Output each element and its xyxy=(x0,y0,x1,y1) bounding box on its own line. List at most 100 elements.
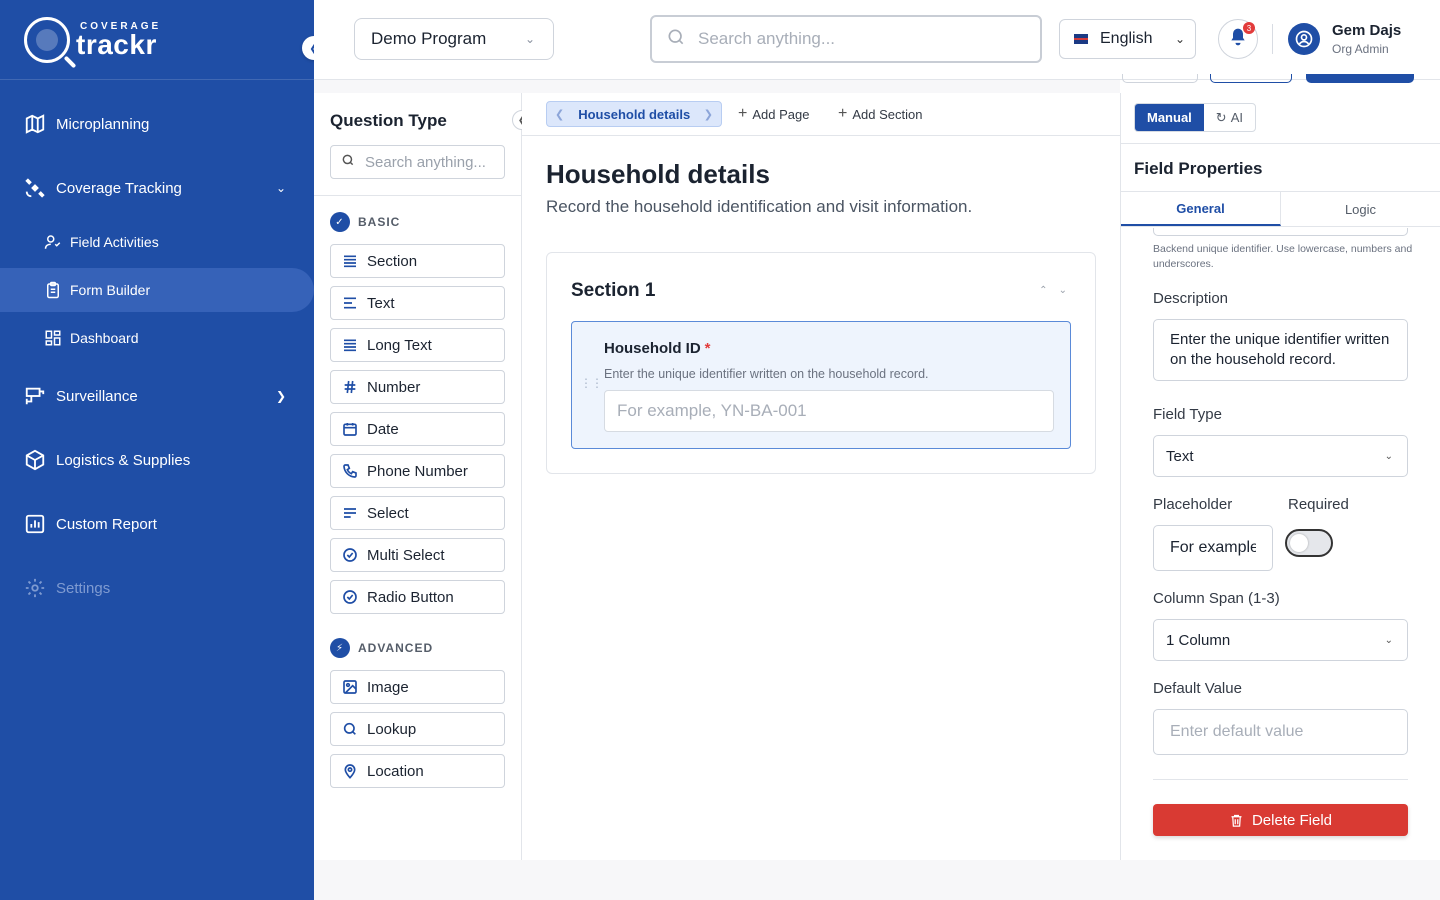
hidden-toolbar-button[interactable] xyxy=(1306,74,1414,83)
chevron-down-icon[interactable]: ⌄ xyxy=(1059,285,1067,296)
brand-logo[interactable]: COVERAGE trackr ❮ xyxy=(0,0,326,80)
question-type-radio-button[interactable]: Radio Button xyxy=(330,580,505,614)
language-select-value: English xyxy=(1100,30,1153,47)
chevron-right-icon[interactable]: ❯ xyxy=(704,108,713,121)
avatar[interactable] xyxy=(1288,23,1320,55)
required-toggle[interactable] xyxy=(1285,529,1333,557)
page-footer-strip xyxy=(314,860,1440,900)
default-value-input[interactable] xyxy=(1153,709,1408,755)
notification-count-badge: 3 xyxy=(1243,22,1255,34)
delete-field-button[interactable]: Delete Field xyxy=(1153,804,1408,836)
question-type-label: Date xyxy=(367,420,399,438)
question-type-select[interactable]: Select xyxy=(330,496,505,530)
question-type-multi-select[interactable]: Multi Select xyxy=(330,538,505,572)
question-type-text[interactable]: Text xyxy=(330,286,505,320)
column-span-value: 1 Column xyxy=(1166,631,1231,649)
field-help-text: Enter the unique identifier written on t… xyxy=(604,367,929,381)
add-page-button[interactable]: + Add Page xyxy=(738,105,809,123)
section-title[interactable]: Section 1 xyxy=(571,280,655,302)
sidebar-item-field-activities[interactable]: Field Activities xyxy=(0,220,314,264)
tab-logic[interactable]: Logic xyxy=(1281,192,1440,226)
question-type-label: Select xyxy=(367,504,409,522)
field-card-household-id[interactable]: ⋮⋮ Household ID * Enter the unique identi… xyxy=(571,321,1071,449)
sidebar-item-form-builder[interactable]: Form Builder xyxy=(0,268,314,312)
field-key-input[interactable] xyxy=(1153,228,1408,236)
ai-mode-label: AI xyxy=(1230,110,1243,125)
ai-mode-button[interactable]: ↻ AI xyxy=(1204,104,1255,131)
radio-icon xyxy=(341,588,359,606)
chart-icon xyxy=(24,513,46,535)
sidebar-item-label: Settings xyxy=(56,579,111,597)
notifications-button[interactable]: 3 xyxy=(1218,19,1258,59)
language-select[interactable]: English ⌄ xyxy=(1059,19,1196,59)
question-search-input[interactable] xyxy=(365,153,495,171)
divider xyxy=(1153,779,1408,780)
question-type-section[interactable]: Section xyxy=(330,244,505,278)
household-id-input[interactable] xyxy=(604,390,1054,432)
text-icon xyxy=(341,294,359,312)
program-select[interactable]: Demo Program ⌄ xyxy=(354,18,554,60)
question-type-image[interactable]: Image xyxy=(330,670,505,704)
add-page-label: Add Page xyxy=(752,106,810,122)
sidebar-item-settings[interactable]: Settings xyxy=(0,568,314,608)
question-type-lookup[interactable]: Lookup xyxy=(330,712,505,746)
lightning-badge-icon: ⚡ xyxy=(330,638,350,658)
divider xyxy=(1121,143,1440,144)
field-type-select[interactable]: Text ⌄ xyxy=(1153,435,1408,477)
question-type-label: Multi Select xyxy=(367,546,445,564)
user-name: Gem Dajs xyxy=(1332,22,1402,39)
placeholder-label: Placeholder xyxy=(1153,496,1233,513)
question-type-phone-number[interactable]: Phone Number xyxy=(330,454,505,488)
sidebar-item-dashboard[interactable]: Dashboard xyxy=(0,316,314,360)
page-description[interactable]: Record the household identification and … xyxy=(546,197,972,217)
hidden-toolbar-button[interactable] xyxy=(1210,74,1292,83)
brand-main-text: trackr xyxy=(76,29,157,60)
sidebar-item-label: Surveillance xyxy=(56,387,138,405)
sidebar-item-microplanning[interactable]: Microplanning xyxy=(0,104,314,144)
field-type-value: Text xyxy=(1166,447,1194,465)
question-type-label: Phone Number xyxy=(367,462,468,480)
toolbar-overflow-strip xyxy=(1120,74,1440,93)
section-card[interactable]: Section 1 ⌃ ⌄ ⋮⋮ Household ID * Enter the… xyxy=(546,252,1096,474)
required-asterisk: * xyxy=(704,340,711,357)
manual-mode-label: Manual xyxy=(1147,110,1192,125)
sidebar-item-label: Custom Report xyxy=(56,515,157,533)
tab-general[interactable]: General xyxy=(1121,192,1281,226)
hidden-toolbar-button[interactable] xyxy=(1122,74,1198,83)
section-icon xyxy=(341,252,359,270)
chevron-left-icon[interactable]: ❮ xyxy=(555,108,564,121)
question-type-label: Lookup xyxy=(367,720,417,738)
calendar-icon xyxy=(341,420,359,438)
page-tab-household-details[interactable]: ❮ Household details ❯ xyxy=(546,101,722,127)
chevron-up-icon[interactable]: ⌃ xyxy=(1039,285,1047,296)
camera-icon xyxy=(24,385,46,407)
sidebar-item-label: Logistics & Supplies xyxy=(56,451,191,469)
sidebar-item-logistics[interactable]: Logistics & Supplies xyxy=(0,440,314,480)
sidebar-item-custom-report[interactable]: Custom Report xyxy=(0,504,314,544)
manual-mode-button[interactable]: Manual xyxy=(1135,104,1204,131)
properties-form: Backend unique identifier. Use lowercase… xyxy=(1121,228,1440,860)
question-type-location[interactable]: Location xyxy=(330,754,505,788)
placeholder-input[interactable] xyxy=(1153,525,1273,571)
plus-icon: + xyxy=(738,105,748,122)
magnifier-logo-icon xyxy=(24,16,70,63)
sidebar-item-coverage-tracking[interactable]: Coverage Tracking ⌄ xyxy=(0,168,314,208)
question-type-date[interactable]: Date xyxy=(330,412,505,446)
question-type-number[interactable]: Number xyxy=(330,370,505,404)
question-type-long-text[interactable]: Long Text xyxy=(330,328,505,362)
page-tab-label: Household details xyxy=(578,106,691,122)
chevron-down-icon: ⌄ xyxy=(1384,450,1393,462)
search-icon xyxy=(341,720,359,738)
user-role: Org Admin xyxy=(1332,42,1389,56)
drag-handle-icon[interactable]: ⋮⋮ xyxy=(580,376,603,390)
page-title[interactable]: Household details xyxy=(546,159,770,190)
question-type-panel: Question Type ❮ ✓ BASIC Section Text Lon… xyxy=(314,93,532,860)
add-section-button[interactable]: + Add Section xyxy=(838,105,922,123)
description-textarea[interactable]: Enter the unique identifier written on t… xyxy=(1153,319,1408,381)
column-span-select[interactable]: 1 Column ⌄ xyxy=(1153,619,1408,661)
sidebar-item-surveillance[interactable]: Surveillance ❯ xyxy=(0,376,314,416)
field-type-label: Field Type xyxy=(1153,406,1222,423)
global-search-input[interactable] xyxy=(698,29,1018,49)
field-properties-title: Field Properties xyxy=(1134,159,1263,178)
section-order-controls: ⌃ ⌄ xyxy=(1039,285,1067,296)
